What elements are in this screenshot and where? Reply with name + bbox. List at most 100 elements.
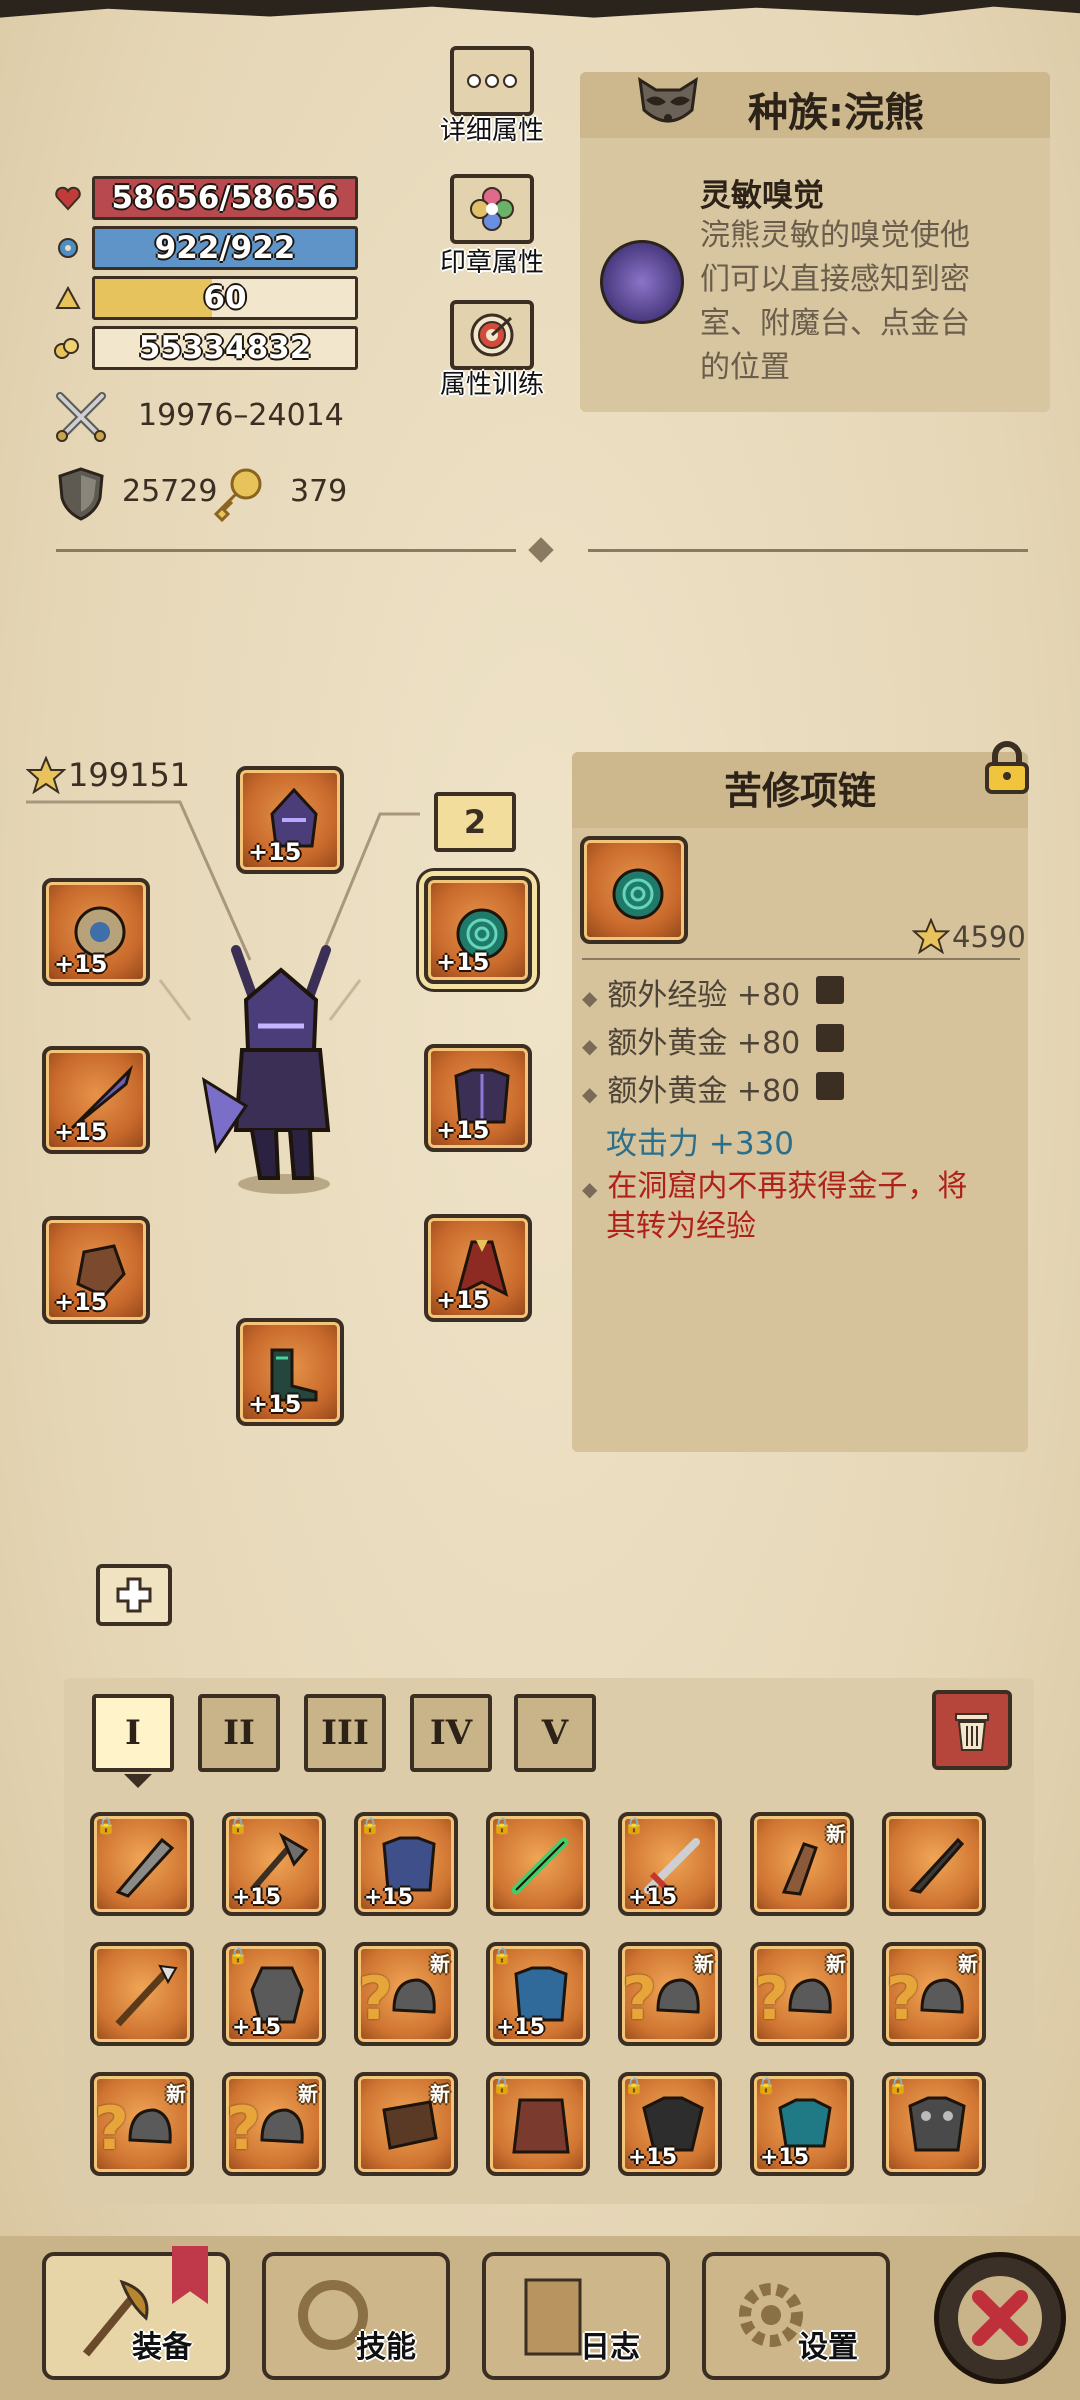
- inventory-item[interactable]: ? 新: [882, 1942, 986, 2046]
- bookmark-ribbon: [172, 2246, 208, 2304]
- raccoon-icon: [638, 77, 698, 123]
- close-button[interactable]: [934, 2252, 1066, 2384]
- unknown-helmet-icon: [788, 1978, 832, 2014]
- target-icon: [470, 313, 514, 357]
- item-special-effect: ◆ 在洞窟内不再获得金子，将 其转为经验: [582, 1169, 968, 1244]
- mp-value: 922/922: [154, 230, 296, 266]
- tier-tab-3[interactable]: III: [304, 1694, 386, 1772]
- inventory-item[interactable]: ? 新: [354, 1942, 458, 2046]
- inventory-item[interactable]: 🔒 +15: [750, 2072, 854, 2176]
- accessory-slot-left[interactable]: +15: [42, 878, 150, 986]
- bonus-row: ◆ 额外经验 +80: [582, 978, 801, 1013]
- armor-slot[interactable]: +15: [424, 1044, 532, 1152]
- gloves-slot[interactable]: +15: [42, 1216, 150, 1324]
- claw-icon: [781, 1842, 818, 1896]
- inventory-item[interactable]: 🔒 +15: [222, 1812, 326, 1916]
- spear-icon: [115, 1964, 178, 2027]
- unknown-helmet-icon: [392, 1978, 436, 2014]
- tier-tab-1[interactable]: I: [92, 1694, 174, 1772]
- inventory-item[interactable]: ? 新: [222, 2072, 326, 2176]
- gold-bar: 55334832: [92, 326, 358, 370]
- info-icon[interactable]: [816, 976, 844, 1004]
- inventory-item[interactable]: 🔒 +15: [618, 1812, 722, 1916]
- divider: [56, 549, 516, 552]
- necklace-slot[interactable]: +15: [424, 876, 532, 984]
- bonus-row: ◆ 额外黄金 +80: [582, 1074, 801, 1109]
- mp-bar: 922/922: [92, 226, 358, 270]
- trash-button[interactable]: [932, 1690, 1012, 1770]
- inventory-item[interactable]: ? 新: [750, 1942, 854, 2046]
- nav-log[interactable]: [482, 2252, 670, 2380]
- page-badge[interactable]: 2: [434, 792, 516, 852]
- item-score: 4590: [952, 920, 1026, 954]
- helmet-slot[interactable]: +15: [236, 766, 344, 874]
- weapon-slot[interactable]: +15: [42, 1046, 150, 1154]
- gold-value: 55334832: [138, 330, 312, 366]
- item-attack: 攻击力 +330: [606, 1126, 794, 1162]
- skill-description: 浣熊灵敏的嗅觉使他 们可以直接感知到密 室、附魔台、点金台 的位置: [700, 218, 970, 385]
- gear-icon: [58, 238, 78, 258]
- nav-skills-label[interactable]: 技能: [356, 2322, 416, 2366]
- unknown-helmet-icon: [260, 2108, 304, 2144]
- keen-smell-skill-icon[interactable]: [600, 240, 684, 324]
- tier-tab-2[interactable]: II: [198, 1694, 280, 1772]
- green-sword-icon: [511, 1837, 569, 1895]
- heart-icon: [55, 186, 81, 211]
- details-label[interactable]: 详细属性: [412, 110, 572, 147]
- nav-equip-label[interactable]: 装备: [132, 2322, 192, 2366]
- inventory-item[interactable]: 🔒: [90, 1812, 194, 1916]
- inventory-item[interactable]: 🔒 +15: [486, 1942, 590, 2046]
- training-button[interactable]: [450, 300, 534, 370]
- unknown-helmet-icon: [920, 1978, 964, 2014]
- inventory-item[interactable]: 新: [750, 1812, 854, 1916]
- enhance-level: +15: [248, 838, 302, 866]
- player-character[interactable]: [196, 930, 366, 1200]
- padlock-icon[interactable]: [982, 740, 1032, 796]
- necklace-icon: [612, 868, 664, 920]
- nav-settings-label[interactable]: 设置: [798, 2322, 858, 2366]
- seal-button[interactable]: [450, 174, 534, 244]
- level-bar: 60: [92, 276, 358, 320]
- nav-log-label[interactable]: 日志: [580, 2322, 640, 2366]
- attack-value: 19976–24014: [138, 398, 344, 433]
- inventory-item[interactable]: 🔒: [882, 2072, 986, 2176]
- inventory-item[interactable]: 🔒 +15: [222, 1942, 326, 2046]
- hp-bar: 58656/58656: [92, 176, 358, 220]
- nav-settings[interactable]: [702, 2252, 890, 2380]
- key-value: 379: [290, 474, 348, 509]
- robe-icon: [512, 2098, 570, 2154]
- dots-icon: [467, 74, 517, 88]
- boots-slot[interactable]: +15: [236, 1318, 344, 1426]
- shield-icon: [58, 467, 104, 521]
- level-value: 60: [203, 280, 247, 316]
- inventory-item[interactable]: [90, 1942, 194, 2046]
- triangle-icon: [55, 285, 81, 309]
- plus-cross-icon: [116, 1577, 152, 1613]
- defense-value: 25729: [122, 474, 218, 509]
- flower-seal-icon: [470, 187, 514, 231]
- trash-icon: [955, 1713, 989, 1751]
- inventory-item[interactable]: 🔒 +15: [354, 1812, 458, 1916]
- inventory-item[interactable]: ? 新: [90, 2072, 194, 2176]
- inventory-item[interactable]: 🔒: [486, 2072, 590, 2176]
- inventory-item[interactable]: 新: [354, 2072, 458, 2176]
- tier-tab-5[interactable]: V: [514, 1694, 596, 1772]
- hp-value: 58656/58656: [111, 180, 339, 216]
- inventory-item[interactable]: ? 新: [618, 1942, 722, 2046]
- selected-item-icon: [580, 836, 688, 944]
- close-x-icon: [958, 2276, 1042, 2360]
- inventory-item[interactable]: 🔒: [486, 1812, 590, 1916]
- race-title: 种族:浣熊: [748, 90, 924, 136]
- seal-label[interactable]: 印章属性: [412, 242, 572, 279]
- inventory-item[interactable]: [882, 1812, 986, 1916]
- info-icon[interactable]: [816, 1072, 844, 1100]
- cape-slot[interactable]: +15: [424, 1214, 532, 1322]
- inventory-item[interactable]: 🔒 +15: [618, 2072, 722, 2176]
- key-icon: [213, 468, 262, 523]
- training-label[interactable]: 属性训练: [412, 364, 572, 401]
- tier-tab-4[interactable]: IV: [410, 1694, 492, 1772]
- info-icon[interactable]: [816, 1024, 844, 1052]
- expand-button[interactable]: [96, 1564, 172, 1626]
- details-button[interactable]: [450, 46, 534, 116]
- crossed-swords-icon: [56, 392, 106, 442]
